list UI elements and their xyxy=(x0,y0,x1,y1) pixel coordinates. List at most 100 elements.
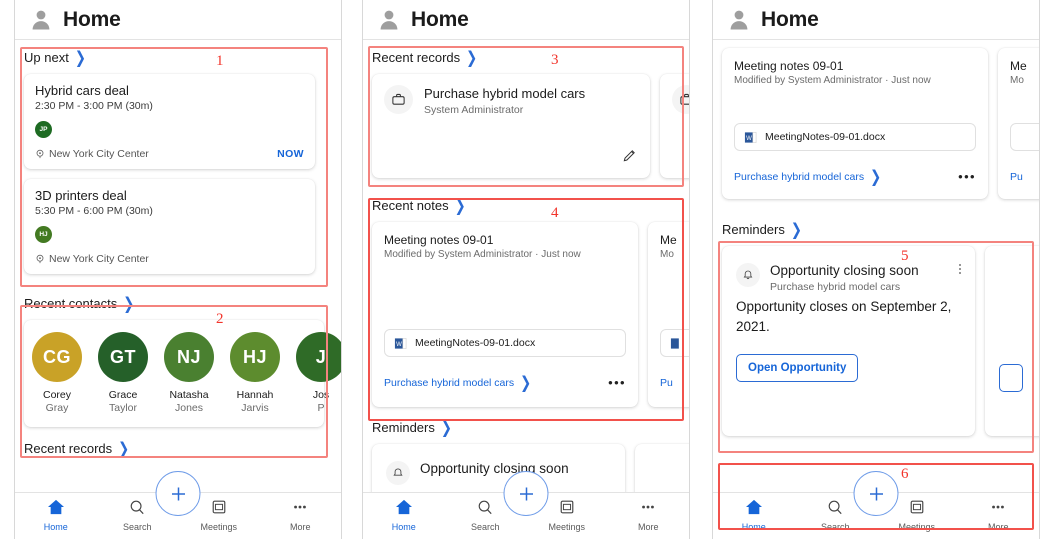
nav-label: More xyxy=(289,522,311,532)
attendee-avatar[interactable]: HJ xyxy=(35,226,52,243)
nav-item-home[interactable]: Home xyxy=(15,499,97,532)
nav-item-more[interactable]: More xyxy=(260,499,342,532)
note-attachment[interactable] xyxy=(660,329,689,357)
note-meta: Mo xyxy=(660,249,674,260)
meeting-time: 5:30 PM - 6:00 PM (30m) xyxy=(35,205,153,217)
chevron-right-icon[interactable]: ❯ xyxy=(118,441,129,457)
person-avatar-icon[interactable] xyxy=(726,7,752,33)
note-card[interactable]: Meeting notes 09-01 Modified by System A… xyxy=(372,222,638,407)
chevron-right-icon[interactable]: ❯ xyxy=(466,49,477,65)
chevron-right-icon[interactable]: ❯ xyxy=(441,419,452,435)
contact-first-name: Jos xyxy=(312,389,330,401)
up-next-section: Up next ❯ Hybrid cars deal 2:30 PM - 3:0… xyxy=(15,41,341,283)
reminder-card[interactable]: Opportunity closing soon Purchase hybrid… xyxy=(722,246,975,436)
contact-item[interactable]: CG Corey Gray xyxy=(24,332,90,415)
person-avatar-icon[interactable] xyxy=(28,7,54,33)
bell-icon xyxy=(736,263,760,287)
plus-icon xyxy=(171,487,185,500)
contact-item[interactable]: GT Grace Taylor xyxy=(90,332,156,415)
note-related-record-link[interactable]: Pu xyxy=(1010,171,1023,183)
note-overflow-icon[interactable]: ••• xyxy=(958,170,976,183)
open-opportunity-button[interactable]: Open Opportunity xyxy=(736,354,859,383)
contact-item[interactable]: NJ Natasha Jones xyxy=(156,332,222,415)
panel-3-body: Meeting notes 09-01 Modified by System A… xyxy=(713,41,1039,539)
reminders-header[interactable]: Reminders ❯ xyxy=(363,417,689,442)
note-related-record-link[interactable]: Purchase hybrid model cars ❯ xyxy=(734,168,881,184)
chevron-right-icon[interactable]: ❯ xyxy=(123,295,134,311)
chevron-right-icon[interactable]: ❯ xyxy=(791,221,802,237)
nav-label: More xyxy=(637,522,659,532)
section-title: Reminders xyxy=(372,420,435,435)
pencil-icon[interactable] xyxy=(622,148,637,168)
reminders-header[interactable]: Reminders ❯ xyxy=(713,213,1039,244)
avatar: HJ xyxy=(230,332,280,382)
note-attachment[interactable]: W MeetingNotes-09-01.docx xyxy=(384,329,626,357)
annotation-number-3: 3 xyxy=(551,52,559,68)
more-icon xyxy=(294,505,307,509)
nav-item-more[interactable]: More xyxy=(608,499,690,532)
person-avatar-icon[interactable] xyxy=(376,7,402,33)
reminders-carousel[interactable]: Opportunity closing soon Purchase hybrid… xyxy=(713,244,1039,446)
word-doc-icon xyxy=(670,337,679,349)
note-card[interactable]: Me Mo Pu xyxy=(648,222,689,407)
note-attachment[interactable] xyxy=(1010,123,1039,151)
chevron-right-icon[interactable]: ❯ xyxy=(455,197,466,213)
chevron-right-icon[interactable]: ❯ xyxy=(75,49,86,65)
records-carousel[interactable]: Purchase hybrid model cars System Admini… xyxy=(363,72,689,188)
note-overflow-icon[interactable]: ••• xyxy=(608,376,626,389)
note-attachment[interactable]: W MeetingNotes-09-01.docx xyxy=(734,123,976,151)
contacts-carousel[interactable]: CG Corey Gray GT Grace Taylor NJ Natasha xyxy=(24,320,341,428)
note-link-label: Purchase hybrid model cars xyxy=(384,376,515,389)
recent-contacts-section: Recent contacts ❯ CG Corey Gray GT Grace xyxy=(15,287,341,436)
screenshot-root: Home Up next ❯ Hybrid cars deal 2:30 PM … xyxy=(0,0,1058,539)
recent-records-header[interactable]: Recent records ❯ xyxy=(15,436,341,463)
page-title: Home xyxy=(761,8,819,31)
meeting-card[interactable]: 3D printers deal 5:30 PM - 6:00 PM (30m)… xyxy=(24,179,315,274)
reminder-body: Opportunity closes on September 2, 2021. xyxy=(736,299,952,334)
location-pin-icon xyxy=(36,149,44,159)
meeting-card[interactable]: Hybrid cars deal 2:30 PM - 3:00 PM (30m)… xyxy=(24,74,315,169)
panel-1-body: Up next ❯ Hybrid cars deal 2:30 PM - 3:0… xyxy=(15,41,341,539)
nav-label: Meetings xyxy=(898,522,936,532)
note-card[interactable]: Me Mo Pu xyxy=(998,48,1039,199)
plus-icon xyxy=(519,487,533,500)
create-new-button[interactable] xyxy=(155,471,201,516)
note-meta: Modified by System Administrator · Just … xyxy=(384,249,581,260)
nav-item-home[interactable]: Home xyxy=(713,499,795,532)
note-link-label: Pu xyxy=(660,377,673,389)
note-related-record-link[interactable]: Pu xyxy=(660,377,673,389)
app-header-1: Home xyxy=(15,0,341,40)
recent-contacts-header[interactable]: Recent contacts ❯ xyxy=(15,287,341,318)
up-next-header[interactable]: Up next ❯ xyxy=(15,41,341,72)
notes-carousel[interactable]: Meeting notes 09-01 Modified by System A… xyxy=(363,220,689,417)
attendee-avatar[interactable]: JP xyxy=(35,121,52,138)
nav-label: Meetings xyxy=(200,522,238,532)
meetings-icon xyxy=(910,500,924,514)
create-new-button[interactable] xyxy=(503,471,549,516)
more-icon xyxy=(992,505,1005,509)
contact-item[interactable]: J Jos P xyxy=(288,332,341,415)
more-vertical-icon[interactable] xyxy=(959,264,961,274)
section-title: Recent records xyxy=(372,50,461,65)
recent-records-header[interactable]: Recent records ❯ xyxy=(363,41,689,72)
chevron-right-icon: ❯ xyxy=(520,373,532,392)
recent-notes-header[interactable]: Recent notes ❯ xyxy=(363,189,689,220)
reminder-card[interactable] xyxy=(985,246,1039,436)
nav-label: Home xyxy=(43,522,68,532)
nav-item-home[interactable]: Home xyxy=(363,499,445,532)
app-header-2: Home xyxy=(363,0,689,40)
contact-item[interactable]: HJ Hannah Jarvis xyxy=(222,332,288,415)
record-card[interactable]: D xyxy=(660,74,689,178)
note-card[interactable]: Meeting notes 09-01 Modified by System A… xyxy=(722,48,988,199)
open-opportunity-button[interactable] xyxy=(999,364,1023,392)
record-card[interactable]: Purchase hybrid model cars System Admini… xyxy=(372,74,650,178)
note-related-record-link[interactable]: Purchase hybrid model cars ❯ xyxy=(384,373,532,392)
contact-first-name: Natasha xyxy=(169,389,209,401)
create-new-button[interactable] xyxy=(853,471,899,516)
avatar: CG xyxy=(32,332,82,382)
nav-item-more[interactable]: More xyxy=(958,499,1040,532)
meetings-icon xyxy=(560,500,574,514)
notes-carousel[interactable]: Meeting notes 09-01 Modified by System A… xyxy=(713,41,1039,209)
note-meta: Mo xyxy=(1010,75,1024,86)
meeting-time: 2:30 PM - 3:00 PM (30m) xyxy=(35,100,153,112)
